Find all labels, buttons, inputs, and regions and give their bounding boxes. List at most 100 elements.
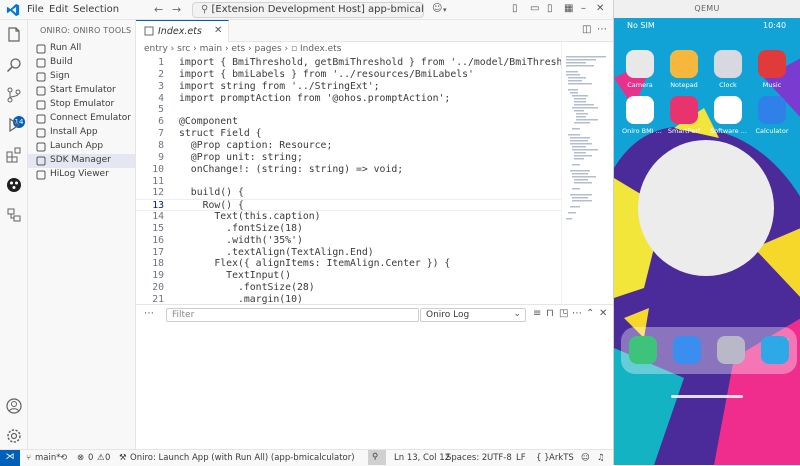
- toggle-sidebar-icon[interactable]: ▯: [512, 3, 518, 14]
- panel-more-icon[interactable]: ⋯: [144, 308, 154, 319]
- forward-arrow-icon[interactable]: →: [172, 3, 181, 16]
- running-task[interactable]: Oniro: Launch App (with Run All) (app-bm…: [130, 453, 355, 463]
- language-mode[interactable]: ArkTS: [549, 453, 574, 463]
- code-line[interactable]: 20 .fontSize(28): [136, 282, 561, 294]
- breadcrumb-item[interactable]: src: [177, 44, 190, 54]
- code-line[interactable]: 10 onChange!: (string: string) => void;: [136, 164, 561, 176]
- source-control-icon[interactable]: [6, 87, 22, 103]
- copilot-icon[interactable]: ☺: [432, 3, 442, 14]
- app-icon-camera[interactable]: Camera: [622, 50, 658, 89]
- sidebar-item-sign[interactable]: Sign: [28, 70, 135, 84]
- clear-output-icon[interactable]: ≡: [533, 308, 541, 319]
- close-panel-icon[interactable]: ✕: [599, 308, 607, 319]
- code-line[interactable]: 17 .textAlign(TextAlign.End): [136, 247, 561, 259]
- app-icon-notepad[interactable]: Notepad: [666, 50, 702, 89]
- code-line[interactable]: 16 .width('35%'): [136, 235, 561, 247]
- code-line[interactable]: 14 Text(this.caption): [136, 211, 561, 223]
- sidebar-item-hilog-viewer[interactable]: HiLog Viewer: [28, 168, 135, 182]
- app-icon-smartperf[interactable]: SmartPerf: [666, 96, 702, 135]
- toggle-panel-icon[interactable]: ▭: [530, 3, 539, 14]
- app-icon-software[interactable]: Software ...: [710, 96, 747, 135]
- dock-app-icon[interactable]: [717, 336, 745, 364]
- code-line[interactable]: 2 import { bmiLabels } from '../resources…: [136, 69, 561, 81]
- search-icon[interactable]: [6, 57, 22, 73]
- sidebar-item-start-emulator[interactable]: Start Emulator: [28, 84, 135, 98]
- oniro-icon[interactable]: [6, 177, 22, 193]
- settings-gear-icon[interactable]: [6, 428, 22, 444]
- branch-name[interactable]: main*: [35, 453, 61, 463]
- code-line[interactable]: 8 @Prop caption: Resource;: [136, 140, 561, 152]
- code-line[interactable]: 1 import { BmiThreshold, getBmiThreshold …: [136, 57, 561, 69]
- more-actions-icon[interactable]: ⋯: [597, 24, 607, 35]
- output-channel-select[interactable]: Oniro Log ⌄: [420, 308, 526, 322]
- app-icon-oniro-bmi[interactable]: Oniro BMI ...: [622, 96, 662, 135]
- open-in-editor-icon[interactable]: ◳: [559, 308, 568, 319]
- cursor-position[interactable]: Ln 13, Col 12: [394, 453, 450, 463]
- lock-scroll-icon[interactable]: ⊓: [546, 308, 554, 319]
- sidebar-item-stop-emulator[interactable]: Stop Emulator: [28, 98, 135, 112]
- breadcrumb-item[interactable]: pages: [255, 44, 282, 54]
- account-icon[interactable]: [6, 398, 22, 414]
- code-line[interactable]: 7 struct Field {: [136, 128, 561, 140]
- encoding[interactable]: UTF-8: [487, 453, 512, 463]
- code-line[interactable]: 4 import promptAction from '@ohos.promptA…: [136, 93, 561, 105]
- minimize-icon[interactable]: –: [581, 3, 586, 14]
- sidebar-item-build[interactable]: Build: [28, 56, 135, 70]
- remote-indicator-icon[interactable]: ⋊: [0, 450, 20, 466]
- copilot-icon[interactable]: ☺: [581, 453, 590, 463]
- filter-input[interactable]: Filter: [166, 308, 419, 322]
- code-editor[interactable]: 1 import { BmiThreshold, getBmiThreshold …: [136, 56, 561, 304]
- sidebar-item-launch-app[interactable]: Launch App: [28, 140, 135, 154]
- copilot-chevron-icon[interactable]: ▾: [443, 6, 447, 14]
- dock-app-icon[interactable]: [673, 336, 701, 364]
- code-line[interactable]: 9 @Prop unit: string;: [136, 152, 561, 164]
- code-line[interactable]: 21 .margin(10): [136, 294, 561, 304]
- code-line[interactable]: 11: [136, 176, 561, 188]
- sidebar-item-run-all[interactable]: Run All: [28, 42, 135, 56]
- warning-count[interactable]: 0: [105, 453, 110, 463]
- close-tab-icon[interactable]: ✕: [214, 25, 222, 36]
- tab-index-ets[interactable]: Index.ets ✕: [136, 20, 229, 42]
- breadcrumb-item[interactable]: main: [200, 44, 223, 54]
- explorer-icon[interactable]: [6, 27, 22, 43]
- minimap[interactable]: [561, 42, 613, 304]
- extensions-icon[interactable]: [6, 147, 22, 163]
- dock-app-icon[interactable]: [761, 336, 789, 364]
- sync-icon[interactable]: ⟲: [60, 453, 67, 463]
- split-editor-icon[interactable]: ◫: [582, 24, 591, 35]
- back-arrow-icon[interactable]: ←: [154, 3, 163, 16]
- more-actions-icon[interactable]: ⋯: [572, 308, 582, 319]
- menu-file[interactable]: File: [27, 4, 44, 15]
- notifications-bell-icon[interactable]: ♫: [597, 453, 605, 463]
- indentation[interactable]: Spaces: 2: [446, 453, 487, 463]
- toggle-secondary-sidebar-icon[interactable]: ▯: [547, 3, 553, 14]
- code-line[interactable]: 18 Flex({ alignItems: ItemAlign.Center }…: [136, 258, 561, 270]
- command-center[interactable]: ⚲ [Extension Development Host] app-bmica…: [192, 2, 424, 18]
- home-indicator[interactable]: [671, 395, 743, 398]
- breadcrumb-item[interactable]: Index.ets: [300, 44, 341, 54]
- zoom-icon[interactable]: ⚲: [368, 450, 386, 465]
- code-line[interactable]: 19 TextInput(): [136, 270, 561, 282]
- code-line[interactable]: 6 @Component: [136, 116, 561, 128]
- code-line[interactable]: 3 import string from '../StringExt';: [136, 81, 561, 93]
- app-icon-music[interactable]: Music: [754, 50, 790, 89]
- remote-explorer-icon[interactable]: [6, 207, 22, 223]
- error-count[interactable]: 0: [88, 453, 93, 463]
- close-window-icon[interactable]: ✕: [596, 3, 604, 14]
- menu-edit[interactable]: Edit: [49, 4, 68, 15]
- breadcrumb-item[interactable]: entry: [144, 44, 168, 54]
- sidebar-item-sdk-manager[interactable]: SDK Manager: [28, 154, 135, 168]
- menu-selection[interactable]: Selection: [73, 4, 119, 15]
- emulator-screen[interactable]: No SIM 10:40 Camera Notepad Clock Music Onir…: [613, 18, 800, 465]
- breadcrumb-item[interactable]: ets: [231, 44, 245, 54]
- code-line[interactable]: 5: [136, 104, 561, 116]
- app-icon-clock[interactable]: Clock: [710, 50, 746, 89]
- code-line[interactable]: 13 Row() {: [136, 199, 561, 212]
- layout-icon[interactable]: ▦: [564, 3, 573, 14]
- dock-app-icon[interactable]: [629, 336, 657, 364]
- code-line[interactable]: 12 build() {: [136, 187, 561, 199]
- end-of-line[interactable]: LF: [516, 453, 526, 463]
- sidebar-item-connect-emulator[interactable]: Connect Emulator: [28, 112, 135, 126]
- maximize-panel-icon[interactable]: ⌃: [586, 308, 594, 319]
- sidebar-item-install-app[interactable]: Install App: [28, 126, 135, 140]
